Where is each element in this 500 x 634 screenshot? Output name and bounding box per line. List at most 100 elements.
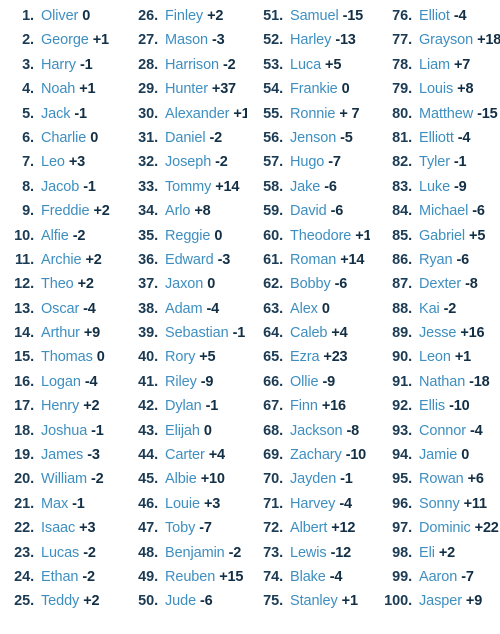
rank-number: 79. [392,81,412,98]
rank-number: 25. [14,593,34,610]
rank-row: 54. Frankie 0 [247,77,370,101]
rank-change: +1 [79,81,96,98]
rank-number: 55. [263,105,283,122]
rank-number: 19. [14,447,34,464]
rank-column-3: 51. Samuel -15 52. Harley -13 53. Luca +5 54. Fran… [247,4,370,614]
rank-row: 40. Rory +5 [122,345,247,369]
rank-name: Frankie [290,81,338,98]
rank-row: 79. Louis +8 [370,77,500,101]
rank-name: Joseph [165,154,212,171]
rank-name: Liam [419,56,451,73]
rank-name: Ollie [290,373,319,390]
rank-name: Tyler [419,154,450,171]
rank-name: Lewis [290,544,327,561]
rank-row: 65. Ezra +23 [247,345,370,369]
rank-change: -2 [82,568,95,585]
rank-number: 15. [14,349,34,366]
rank-change: -6 [324,178,337,195]
rank-row: 60. Theodore+11 [247,224,370,248]
rank-number: 97. [392,520,412,537]
rank-change: -6 [472,203,485,220]
rank-name: Finn [290,398,318,415]
rank-change: +14 [340,251,365,268]
rank-number: 24. [14,568,34,585]
rank-number: 21. [14,495,34,512]
rank-row: 90. Leon +1 [370,345,500,369]
rank-name: Theodore [290,227,352,244]
rank-row: 33. Tommy +14 [122,175,247,199]
rank-change: -3 [217,251,231,268]
rank-number: 91. [392,373,412,390]
rank-row: 39. Sebastian -1 [122,321,247,345]
rank-row: 72. Albert +12 [247,516,370,540]
rank-number: 54. [263,81,283,98]
rank-number: 71. [263,495,283,512]
rank-number: 70. [263,471,283,488]
rank-row: 3. Harry -1 [0,53,122,77]
rank-number: 88. [392,300,412,317]
rank-number: 46. [138,495,158,512]
rank-change: +5 [199,349,216,366]
rank-name: Jaxon [165,276,204,293]
rank-change: -6 [200,593,213,610]
rank-change: -4 [206,300,219,317]
rank-name: Leon [419,349,451,366]
rank-name: Theo [41,276,74,293]
rank-name: Albert [290,520,328,537]
rank-number: 59. [263,203,283,220]
rank-number: 34. [138,203,158,220]
rank-number: 78. [392,56,412,73]
rank-row: 52. Harley -13 [247,28,370,52]
rank-number: 67. [263,398,283,415]
rank-name: Archie [41,251,82,268]
rank-row: 56. Jenson -5 [247,126,370,150]
rank-number: 41. [138,373,158,390]
rank-number: 38. [138,300,158,317]
rank-row: 63. Alex 0 [247,297,370,321]
rank-name: Ethan [41,568,79,585]
rank-name: Bobby [290,276,331,293]
rank-number: 62. [263,276,283,293]
rank-change: -4 [453,8,467,24]
rank-number: 89. [392,325,412,342]
rank-row: 43. Elijah 0 [122,419,247,443]
rank-name: Kai [419,300,440,317]
rank-row: 25. Teddy +2 [0,589,122,613]
rank-change: -15 [477,105,498,122]
rank-row: 5. Jack -1 [0,102,122,126]
rank-number: 26. [138,8,158,24]
rank-number: 68. [263,422,283,439]
rank-change: +16 [321,398,346,415]
rank-change: +2 [438,544,455,561]
rank-name: Roman [290,251,337,268]
rank-number: 44. [138,447,158,464]
rank-number: 50. [138,593,158,610]
rank-row: 81. Elliott -4 [370,126,500,150]
rank-name: Nathan [419,373,466,390]
rank-name: Elijah [165,422,200,439]
rank-name: Caleb [290,325,328,342]
rank-name: Toby [165,520,196,537]
rank-name: Jacob [41,178,80,195]
rank-name: Carter [165,447,205,464]
rank-change: -4 [469,422,483,439]
rank-row: 66. Ollie -9 [247,370,370,394]
rank-row: 8. Jacob -1 [0,175,122,199]
rank-name: Jamie [419,447,458,464]
rank-row: 62. Bobby -6 [247,272,370,296]
rank-row: 64. Caleb +4 [247,321,370,345]
rank-change: -4 [83,300,96,317]
rank-name: Charlie [41,129,87,146]
rank-change: -1 [232,325,246,342]
rank-change: -2 [443,300,457,317]
rank-row: 80. Matthew -15 [370,102,500,126]
rank-name: Elliot [419,8,450,24]
rank-change: +1 [233,105,247,122]
rank-change: +7 [454,56,471,73]
rank-row: 18. Joshua -1 [0,419,122,443]
rank-number: 56. [263,129,283,146]
rank-row: 31. Daniel -2 [122,126,247,150]
rank-number: 73. [263,544,283,561]
rank-row: 22. Isaac +3 [0,516,122,540]
rank-number: 80. [392,105,412,122]
